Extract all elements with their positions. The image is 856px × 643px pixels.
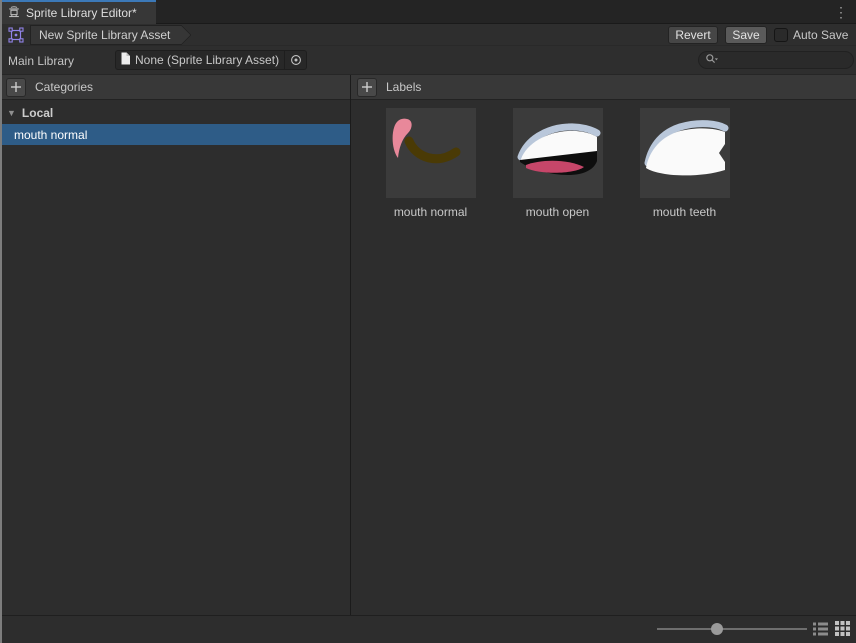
labels-grid: mouth normal mouth open mouth teeth — [367, 108, 748, 219]
window-left-edge — [0, 0, 2, 643]
label-item-mouth-normal[interactable]: mouth normal — [367, 108, 494, 219]
breadcrumb-label: New Sprite Library Asset — [39, 28, 171, 42]
search-input[interactable] — [719, 53, 847, 67]
tab-sprite-library-editor[interactable]: Sprite Library Editor* — [0, 0, 156, 24]
foldout-triangle-icon: ▼ — [7, 108, 16, 118]
panel-divider[interactable] — [350, 75, 351, 615]
toolbar: New Sprite Library Asset Revert Save Aut… — [0, 24, 856, 46]
object-picker-button[interactable] — [284, 51, 306, 69]
categories-header-label: Categories — [35, 80, 94, 94]
tab-title: Sprite Library Editor* — [26, 6, 137, 20]
add-label-button[interactable] — [357, 77, 377, 97]
grid-view-button[interactable] — [834, 620, 851, 637]
sprite-thumbnail-mouth-teeth — [639, 108, 730, 198]
slider-knob[interactable] — [711, 623, 723, 635]
main-library-row: Main Library None (Sprite Library Asset) — [0, 46, 856, 75]
grid-view-icon — [835, 621, 850, 636]
categories-panel: ▼ Local mouth normal — [0, 100, 350, 615]
sprite-thumbnail-mouth-normal — [385, 108, 476, 198]
search-field[interactable] — [698, 51, 854, 69]
window-menu-button[interactable]: ⋮ — [834, 3, 848, 21]
breadcrumb-chevron-outline: New Sprite Library Asset — [30, 25, 191, 45]
document-icon — [120, 52, 131, 68]
sprite-library-asset-icon — [8, 27, 24, 46]
main-library-label: Main Library — [8, 54, 75, 68]
tab-bar: Sprite Library Editor* ⋮ — [0, 0, 856, 24]
labels-header-label: Labels — [386, 80, 422, 94]
list-view-icon — [813, 622, 828, 636]
library-building-icon — [7, 5, 21, 22]
labels-panel: mouth normal mouth open mouth teeth — [351, 100, 856, 615]
revert-button[interactable]: Revert — [668, 26, 718, 44]
label-item-mouth-open[interactable]: mouth open — [494, 108, 621, 219]
thumbnail-zoom-slider[interactable] — [657, 621, 807, 637]
plus-icon — [11, 82, 21, 92]
auto-save-checkbox[interactable] — [774, 28, 788, 42]
local-foldout[interactable]: ▼ Local — [0, 102, 350, 124]
target-picker-icon — [290, 55, 301, 65]
label-item-name: mouth teeth — [652, 205, 717, 219]
list-view-button[interactable] — [812, 620, 829, 637]
auto-save-label: Auto Save — [793, 28, 849, 42]
label-item-mouth-teeth[interactable]: mouth teeth — [621, 108, 748, 219]
save-button[interactable]: Save — [725, 26, 767, 44]
bottom-bar — [0, 615, 856, 643]
sprite-thumbnail-mouth-open — [512, 108, 603, 198]
label-item-name: mouth normal — [393, 205, 468, 219]
plus-icon — [362, 82, 372, 92]
main-library-object-field[interactable]: None (Sprite Library Asset) — [115, 50, 307, 70]
labels-header: Labels — [351, 75, 856, 100]
category-item-mouth-normal[interactable]: mouth normal — [0, 124, 350, 145]
breadcrumb[interactable]: New Sprite Library Asset — [30, 25, 191, 45]
add-category-button[interactable] — [6, 77, 26, 97]
category-item-label: mouth normal — [14, 127, 88, 142]
search-icon — [705, 53, 719, 68]
kebab-menu-icon: ⋮ — [834, 4, 848, 20]
local-group-label: Local — [21, 106, 54, 120]
label-item-name: mouth open — [525, 205, 590, 219]
sprite-library-editor-window: Sprite Library Editor* ⋮ New Sprite Libr… — [0, 0, 856, 643]
slider-track — [657, 628, 807, 630]
object-field-value: None (Sprite Library Asset) — [135, 53, 280, 67]
categories-header: Categories — [0, 75, 350, 100]
